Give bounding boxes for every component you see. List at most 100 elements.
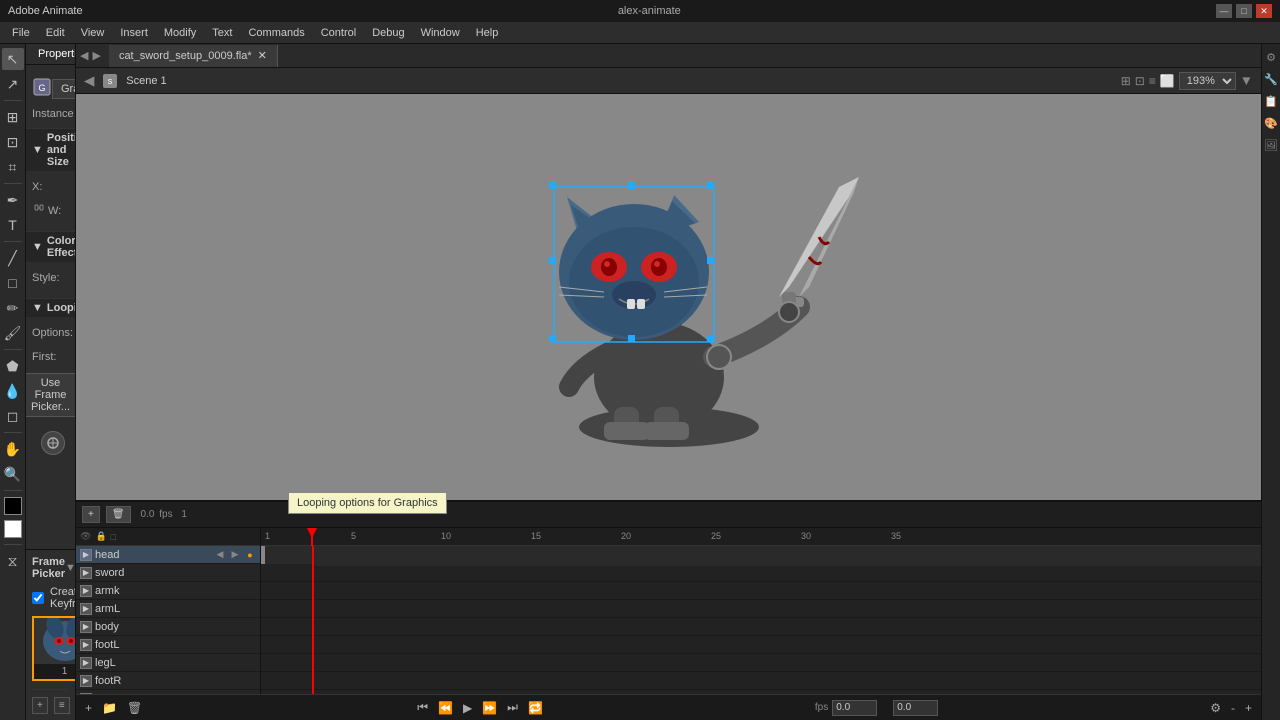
menu-window[interactable]: Window xyxy=(413,25,468,41)
text-tool[interactable]: T xyxy=(2,214,24,236)
frame-picker-title: Frame Picker xyxy=(32,556,65,580)
tl-zoom-in-btn[interactable]: + xyxy=(1242,699,1255,717)
new-layer-btn[interactable]: + xyxy=(82,506,100,523)
scene-back-btn[interactable]: ◀ xyxy=(84,73,94,89)
snap-btn[interactable]: ⊞ xyxy=(1121,74,1131,88)
tl-step-fwd-btn[interactable]: ⏩ xyxy=(479,699,500,717)
rect-tool[interactable]: □ xyxy=(2,272,24,294)
menu-modify[interactable]: Modify xyxy=(156,25,204,41)
pen-tool[interactable]: ✒ xyxy=(2,189,24,211)
shadow-kf xyxy=(261,546,265,564)
line-tool[interactable]: ╱ xyxy=(2,247,24,269)
ri-btn-5[interactable]: 🖼 xyxy=(1262,136,1280,154)
menu-edit[interactable]: Edit xyxy=(38,25,73,41)
color-btn[interactable]: ⬜ xyxy=(1160,74,1175,88)
maximize-button[interactable]: □ xyxy=(1236,4,1252,18)
fp-list-btn[interactable]: ≡ xyxy=(54,697,70,714)
tab-properties[interactable]: Properties xyxy=(26,44,76,64)
ri-btn-2[interactable]: 🔧 xyxy=(1262,70,1280,88)
layer-head[interactable]: ▶ head ◀ ▶ ● xyxy=(76,546,260,564)
menu-control[interactable]: Control xyxy=(313,25,364,41)
menu-debug[interactable]: Debug xyxy=(364,25,412,41)
tl-step-back-btn[interactable]: ⏪ xyxy=(435,699,456,717)
symbol-type-row: G Graphic Movie Clip Button xyxy=(32,77,69,100)
paint-bucket-tool[interactable]: ⬟ xyxy=(2,355,24,377)
menu-view[interactable]: View xyxy=(73,25,113,41)
selection-tool[interactable]: ↖ xyxy=(2,48,24,70)
tl-new-layer-btn[interactable]: + xyxy=(82,699,95,717)
lasso-tool[interactable]: ⌗ xyxy=(2,156,24,178)
stroke-color-swatch[interactable] xyxy=(4,497,22,515)
frame-picker-collapse[interactable]: ▼ xyxy=(65,562,76,574)
layer-legL[interactable]: ▶ legL xyxy=(76,654,260,672)
tab-next-btn[interactable]: ▶ xyxy=(92,49,100,62)
layer-armL[interactable]: ▶ armL xyxy=(76,600,260,618)
subselection-tool[interactable]: ↗ xyxy=(2,73,24,95)
asset-warp-tool[interactable]: ⧖ xyxy=(2,550,24,572)
tl-settings-btn[interactable]: ⚙ xyxy=(1207,699,1224,717)
zoom-tool[interactable]: 🔍 xyxy=(2,463,24,485)
frame-input[interactable] xyxy=(893,700,938,716)
head-dot[interactable]: ● xyxy=(244,549,256,561)
hand-tool[interactable]: ✋ xyxy=(2,438,24,460)
x-label: X: xyxy=(32,181,75,193)
filter-icon[interactable] xyxy=(41,431,65,455)
position-section-header[interactable]: ▼ Position and Size xyxy=(26,128,75,171)
menu-text[interactable]: Text xyxy=(204,25,240,41)
ri-btn-1[interactable]: ⚙ xyxy=(1262,48,1280,66)
layer-footL[interactable]: ▶ footL xyxy=(76,636,260,654)
tl-goto-first-btn[interactable]: ⏮ xyxy=(414,698,431,717)
ri-btn-3[interactable]: 📋 xyxy=(1262,92,1280,110)
layer-footR[interactable]: ▶ footR xyxy=(76,672,260,690)
pencil-tool[interactable]: ✏ xyxy=(2,297,24,319)
create-keyframe-checkbox[interactable] xyxy=(32,592,44,604)
zoom-select[interactable]: 193% 100% 50% 200% xyxy=(1179,72,1236,90)
free-transform-tool[interactable]: ⊞ xyxy=(2,106,24,128)
frame-row-body xyxy=(261,618,1261,636)
looping-arrow: ▼ xyxy=(32,302,43,314)
menu-commands[interactable]: Commands xyxy=(240,25,312,41)
align-btn[interactable]: ≡ xyxy=(1149,74,1156,88)
layer-sword[interactable]: ▶ sword xyxy=(76,564,260,582)
close-tab-icon[interactable]: ✕ xyxy=(258,49,267,62)
transform-tool[interactable]: ⊡ xyxy=(2,131,24,153)
head-play-back[interactable]: ◀ xyxy=(214,549,226,561)
zoom-menu-btn[interactable]: ▼ xyxy=(1240,73,1253,88)
position-arrow: ▼ xyxy=(32,144,43,156)
tool-separator-7 xyxy=(4,544,22,545)
fp-add-layer-btn[interactable]: + xyxy=(32,697,48,714)
looping-section-header[interactable]: ▼ Looping xyxy=(26,298,75,317)
head-play-fwd[interactable]: ▶ xyxy=(229,549,241,561)
layer-body[interactable]: ▶ body xyxy=(76,618,260,636)
frames-area[interactable]: 1 5 10 15 20 25 30 35 xyxy=(261,528,1261,694)
brush-tool[interactable]: 🖌 xyxy=(2,322,24,344)
minimize-button[interactable]: — xyxy=(1216,4,1232,18)
fill-color-swatch[interactable] xyxy=(4,520,22,538)
tl-loop-btn[interactable]: 🔁 xyxy=(525,699,546,717)
layer-armk[interactable]: ▶ armk xyxy=(76,582,260,600)
menu-file[interactable]: File xyxy=(4,25,38,41)
eyedropper-tool[interactable]: 💧 xyxy=(2,380,24,402)
tab-prev-btn[interactable]: ◀ xyxy=(80,49,88,62)
eraser-tool[interactable]: ◻ xyxy=(2,405,24,427)
file-tab[interactable]: cat_sword_setup_0009.fla* ✕ xyxy=(109,45,278,67)
tl-zoom-out-btn[interactable]: - xyxy=(1228,699,1238,717)
tl-delete-btn[interactable]: 🗑 xyxy=(124,699,145,717)
transform-btn[interactable]: ⊡ xyxy=(1135,74,1145,88)
fp-frame-1[interactable]: 1 xyxy=(32,616,76,681)
close-button[interactable]: ✕ xyxy=(1256,4,1272,18)
fp-frame-1-num: 1 xyxy=(60,664,70,679)
symbol-type-dropdown[interactable]: Graphic Movie Clip Button xyxy=(52,79,75,99)
fps-input[interactable] xyxy=(832,700,877,716)
ri-btn-4[interactable]: 🎨 xyxy=(1262,114,1280,132)
menu-insert[interactable]: Insert xyxy=(112,25,156,41)
delete-layer-btn[interactable]: 🗑 xyxy=(106,506,131,523)
tl-goto-last-btn[interactable]: ⏭ xyxy=(504,698,521,717)
tl-folder-btn[interactable]: 📁 xyxy=(99,699,120,717)
tl-play-btn[interactable]: ▶ xyxy=(460,699,475,717)
color-effect-section-header[interactable]: ▼ Color Effect xyxy=(26,231,75,262)
use-frame-picker-button[interactable]: Use Frame Picker... xyxy=(26,373,75,417)
frame-picker-header: Frame Picker ▼ xyxy=(32,556,69,580)
menu-help[interactable]: Help xyxy=(468,25,507,41)
stage[interactable] xyxy=(76,94,1261,500)
